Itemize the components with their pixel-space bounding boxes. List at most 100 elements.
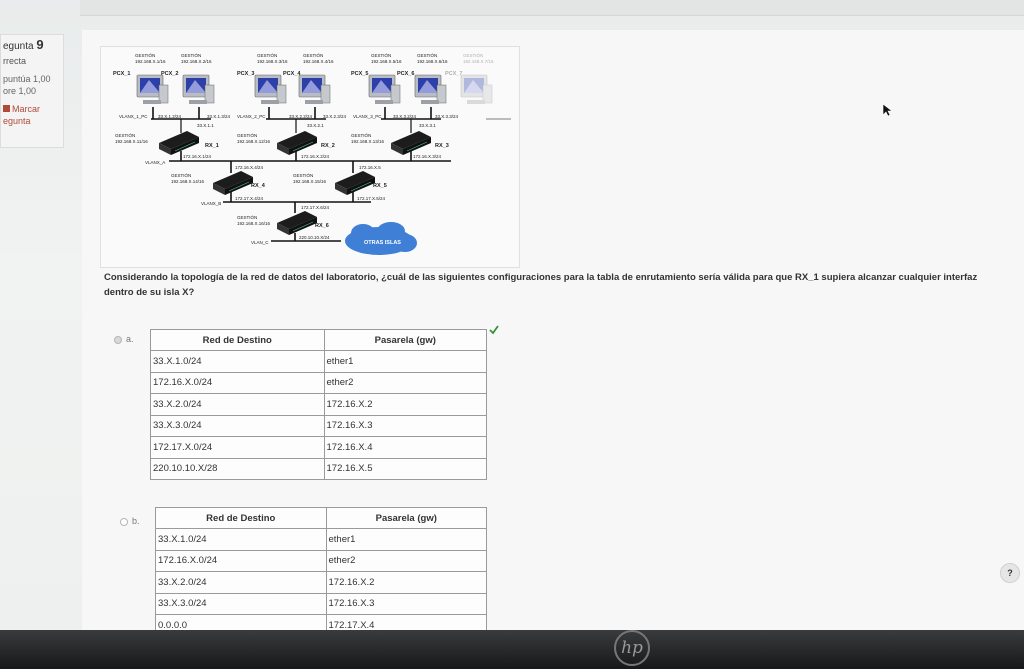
router-name-1: RX_1 [205,143,219,149]
pc-name-4: PCX_4 [283,71,301,77]
routing-table-a: Red de Destino Pasarela (gw) 33.X.1.0/24… [150,329,488,480]
router-mgmt-1: 192.168.X.11/16 [115,139,148,144]
pc-icon-6 [414,74,447,105]
lan-net-3: 33.X.2.2/24 [289,114,313,119]
table-row: 33.X.2.0/24 172.16.X.2 [155,571,487,594]
router-mgmt-3: 192.168.X.13/16 [351,139,385,144]
pc-ip-5: 192.168.X.5/16 [371,59,402,64]
help-button[interactable]: ? [1000,563,1020,583]
gw-cell: 172.16.X.3 [325,592,487,615]
gw-cell: ether2 [325,549,487,572]
dest-cell: 33.X.3.0/24 [155,592,327,615]
lan-net-4: 33.X.2.3/24 [323,114,347,119]
gestion-label-2: GESTIÓN [181,52,201,58]
pc-name-7: PCX_7 [445,71,462,77]
dest-cell: 172.17.X.0/24 [150,436,325,459]
gw-cell: ether2 [323,371,488,394]
transit-9: 220.10.10.X/24 [299,235,330,240]
vlan-pc-1: VLANX_1_PC [119,114,148,119]
option-b-selector[interactable]: b. [120,516,140,526]
score-line-2: ore 1,00 [3,86,37,96]
router-icon-2 [276,130,318,156]
router-name-5: RX_5 [373,183,387,189]
router-gestion-1: GESTIÓN [115,132,135,138]
question-text: Considerando la topología de la red de d… [104,272,978,298]
header-gateway: Pasarela (gw) [325,507,487,529]
router-net-1: 33.X.1.1 [197,123,214,128]
option-a-letter: a. [126,334,134,344]
table-row: 33.X.3.0/24 172.16.X.3 [150,414,488,437]
transit-6: 172.17.X.4/24 [235,196,264,201]
router-net-3: 33.X.3.1 [419,123,436,128]
router-mgmt-6: 192.168.X.16/16 [237,221,271,226]
pc-icon-4 [298,74,331,105]
header-gateway: Pasarela (gw) [323,329,488,351]
table-row: 172.16.X.0/24 ether2 [155,549,487,572]
pc-name-3: PCX_3 [237,71,254,77]
topology-svg: GESTIÓN 192.168.X.1/16 GESTIÓN 192.168.X… [113,52,511,255]
option-a-radio[interactable] [114,335,122,344]
router-icon-5 [334,170,376,196]
question-number: 9 [36,37,44,52]
router-mgmt-2: 192.168.X.12/16 [237,139,271,144]
dest-cell: 33.X.1.0/24 [155,528,327,551]
gestion-label-6: GESTIÓN [417,52,437,58]
lan-net-5: 33.X.3.2/24 [393,114,417,119]
pc-name-6: PCX_6 [397,71,414,77]
table-row: 220.10.10.X/28 172.16.X.5 [150,457,488,480]
pc-name-5: PCX_5 [351,71,368,77]
table-row: 33.X.2.0/24 172.16.X.2 [150,393,488,416]
pc-icon-1 [136,74,169,105]
option-b-radio[interactable] [120,517,128,526]
router-name-6: RX_6 [315,223,329,229]
question-status: rrecta [3,56,27,66]
transit-3: 172.16.X.3/24 [413,154,442,159]
mouse-cursor-icon [882,103,892,117]
gestion-label-7: GESTIÓN [463,52,483,58]
router-name-3: RX_3 [435,143,449,149]
header-destination: Red de Destino [155,507,327,529]
option-a-selector[interactable]: a. [114,334,134,344]
pc-icon-3 [254,74,287,105]
score-line-1: puntúa 1,00 [3,74,51,84]
transit-8: 172.17.X.6/24 [301,205,330,210]
flag-question-line-2[interactable]: egunta [3,115,61,127]
gw-cell: ether1 [323,350,488,373]
pc-ip-4: 192.168.X.4/16 [303,59,334,64]
lan-net-1: 33.X.1.2/24 [158,114,182,119]
vlan-b: VLANX_B [201,201,221,206]
lan-net-2: 33.X.1.3/24 [207,114,231,119]
pc-name-1: PCX_1 [113,71,130,77]
flag-icon [3,105,10,112]
lan-net-6: 33.X.3.3/24 [435,114,459,119]
topology-diagram: GESTIÓN 192.168.X.1/16 GESTIÓN 192.168.X… [100,46,520,268]
monitor-bezel [0,630,1024,669]
flag-question[interactable]: Marcar [3,103,61,115]
table-row: 172.17.X.0/24 172.16.X.4 [150,436,488,459]
router-links [180,119,412,133]
gestion-label-4: GESTIÓN [303,52,323,58]
transit-5: 172.16.X.5 [359,165,381,170]
router-gestion-6: GESTIÓN [237,214,257,220]
vlan-pc-2: VLANX_2_PC [237,114,266,119]
dest-cell: 33.X.2.0/24 [150,393,325,416]
gw-cell: 172.16.X.2 [325,571,487,594]
routing-table-b: Red de Destino Pasarela (gw) 33.X.1.0/24… [155,507,487,637]
option-b-letter: b. [132,516,140,526]
router-icon-6 [276,210,318,236]
table-row: 33.X.1.0/24 ether1 [155,528,487,551]
pc-icon-5 [368,74,401,105]
transit-2: 172.16.X.2/24 [301,154,330,159]
vlan-pc-3: VLANX_3_PC [353,114,382,119]
header-destination: Red de Destino [150,329,325,351]
transit-1: 172.16.X.1/24 [183,154,212,159]
router-icon-1 [158,130,200,156]
dest-cell: 33.X.2.0/24 [155,571,327,594]
router-gestion-2: GESTIÓN [237,132,257,138]
router-name-4: RX_4 [251,183,266,189]
correct-check-icon [489,325,499,335]
dest-cell: 172.16.X.0/24 [155,549,327,572]
gw-cell: 172.16.X.5 [323,457,488,480]
vlan-c: VLAN_C [251,240,269,245]
table-row: 172.16.X.0/24 ether2 [150,371,488,394]
